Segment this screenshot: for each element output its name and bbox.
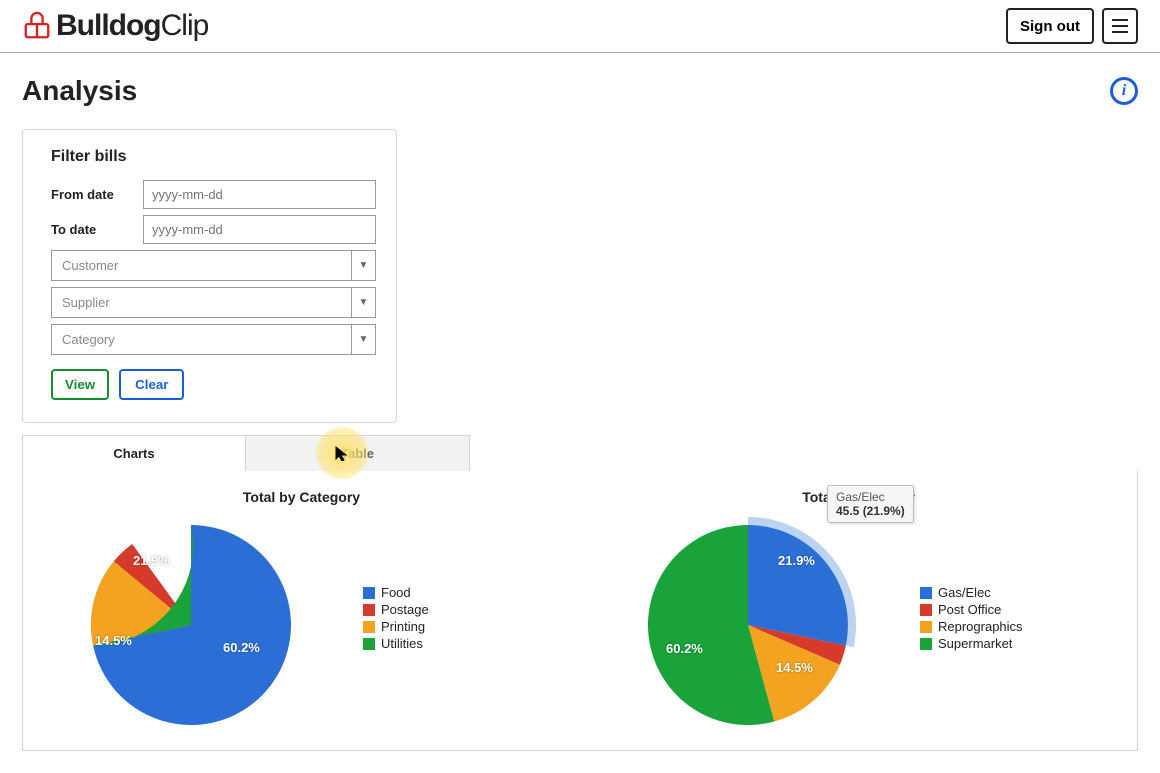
info-button[interactable]: i [1110, 77, 1138, 105]
pie-wrap: 60.2% 14.5% 21.9% Food Postage Printing … [23, 505, 580, 735]
pie-chart[interactable] [628, 515, 868, 735]
legend-item: Supermarket [920, 636, 1023, 651]
chart-by-supplier: Total by Supplier 21.9% 14.5% 60.2% [580, 489, 1137, 750]
sign-out-button[interactable]: Sign out [1006, 8, 1094, 44]
legend-item: Utilities [363, 636, 429, 651]
to-date-row: To date [51, 215, 376, 244]
filter-actions: View Clear [51, 369, 376, 400]
pie-wrap: 21.9% 14.5% 60.2% Gas/Elec Post Office R… [580, 505, 1137, 735]
view-button[interactable]: View [51, 369, 109, 400]
page-title: Analysis [22, 75, 137, 107]
main: Analysis i Filter bills From date To dat… [0, 53, 1160, 751]
filter-panel: Filter bills From date To date Customer … [22, 129, 397, 423]
slice-label: 21.9% [133, 553, 170, 568]
category-select-label: Category [52, 325, 351, 354]
category-select[interactable]: Category ▼ [51, 324, 376, 355]
legend-item: Post Office [920, 602, 1023, 617]
clear-button[interactable]: Clear [119, 369, 184, 400]
menu-button[interactable] [1102, 8, 1138, 44]
from-date-input[interactable] [143, 180, 376, 209]
brand-text: BulldogClip [56, 9, 208, 43]
chart-legend: Food Postage Printing Utilities [363, 585, 429, 653]
topbar-actions: Sign out [1006, 8, 1138, 44]
tabs: Charts Table [22, 435, 1138, 471]
slice-label: 21.9% [778, 553, 815, 568]
slice-label: 14.5% [776, 660, 813, 675]
from-date-label: From date [51, 187, 143, 202]
to-date-label: To date [51, 222, 143, 237]
top-bar: BulldogClip Sign out [0, 0, 1160, 53]
legend-item: Food [363, 585, 429, 600]
chevron-down-icon: ▼ [351, 288, 375, 317]
chevron-down-icon: ▼ [351, 325, 375, 354]
tooltip-value: 45.5 (21.9%) [836, 504, 905, 518]
tab-charts[interactable]: Charts [22, 435, 246, 471]
slice-label: 14.5% [95, 633, 132, 648]
legend-item: Gas/Elec [920, 585, 1023, 600]
page-header: Analysis i [22, 75, 1138, 107]
tab-table[interactable]: Table [246, 435, 470, 471]
hamburger-icon [1112, 19, 1128, 33]
supplier-select[interactable]: Supplier ▼ [51, 287, 376, 318]
brand[interactable]: BulldogClip [22, 9, 208, 43]
pie-chart[interactable] [71, 515, 311, 735]
chevron-down-icon: ▼ [351, 251, 375, 280]
filter-panel-title: Filter bills [51, 148, 376, 166]
to-date-input[interactable] [143, 215, 376, 244]
slice-label: 60.2% [223, 640, 260, 655]
customer-select[interactable]: Customer ▼ [51, 250, 376, 281]
customer-select-label: Customer [52, 251, 351, 280]
tooltip-name: Gas/Elec [836, 490, 905, 504]
legend-item: Reprographics [920, 619, 1023, 634]
chart-by-category: Total by Category 60.2% 14.5% 21.9% Food [23, 489, 580, 750]
supplier-select-label: Supplier [52, 288, 351, 317]
from-date-row: From date [51, 180, 376, 209]
bulldog-clip-icon [22, 11, 52, 41]
legend-item: Printing [363, 619, 429, 634]
chart-legend: Gas/Elec Post Office Reprographics Super… [920, 585, 1023, 653]
slice-label: 60.2% [666, 641, 703, 656]
charts-panel: Total by Category 60.2% 14.5% 21.9% Food [22, 471, 1138, 751]
chart-title: Total by Category [23, 489, 580, 505]
chart-tooltip: Gas/Elec 45.5 (21.9%) [827, 485, 914, 523]
legend-item: Postage [363, 602, 429, 617]
